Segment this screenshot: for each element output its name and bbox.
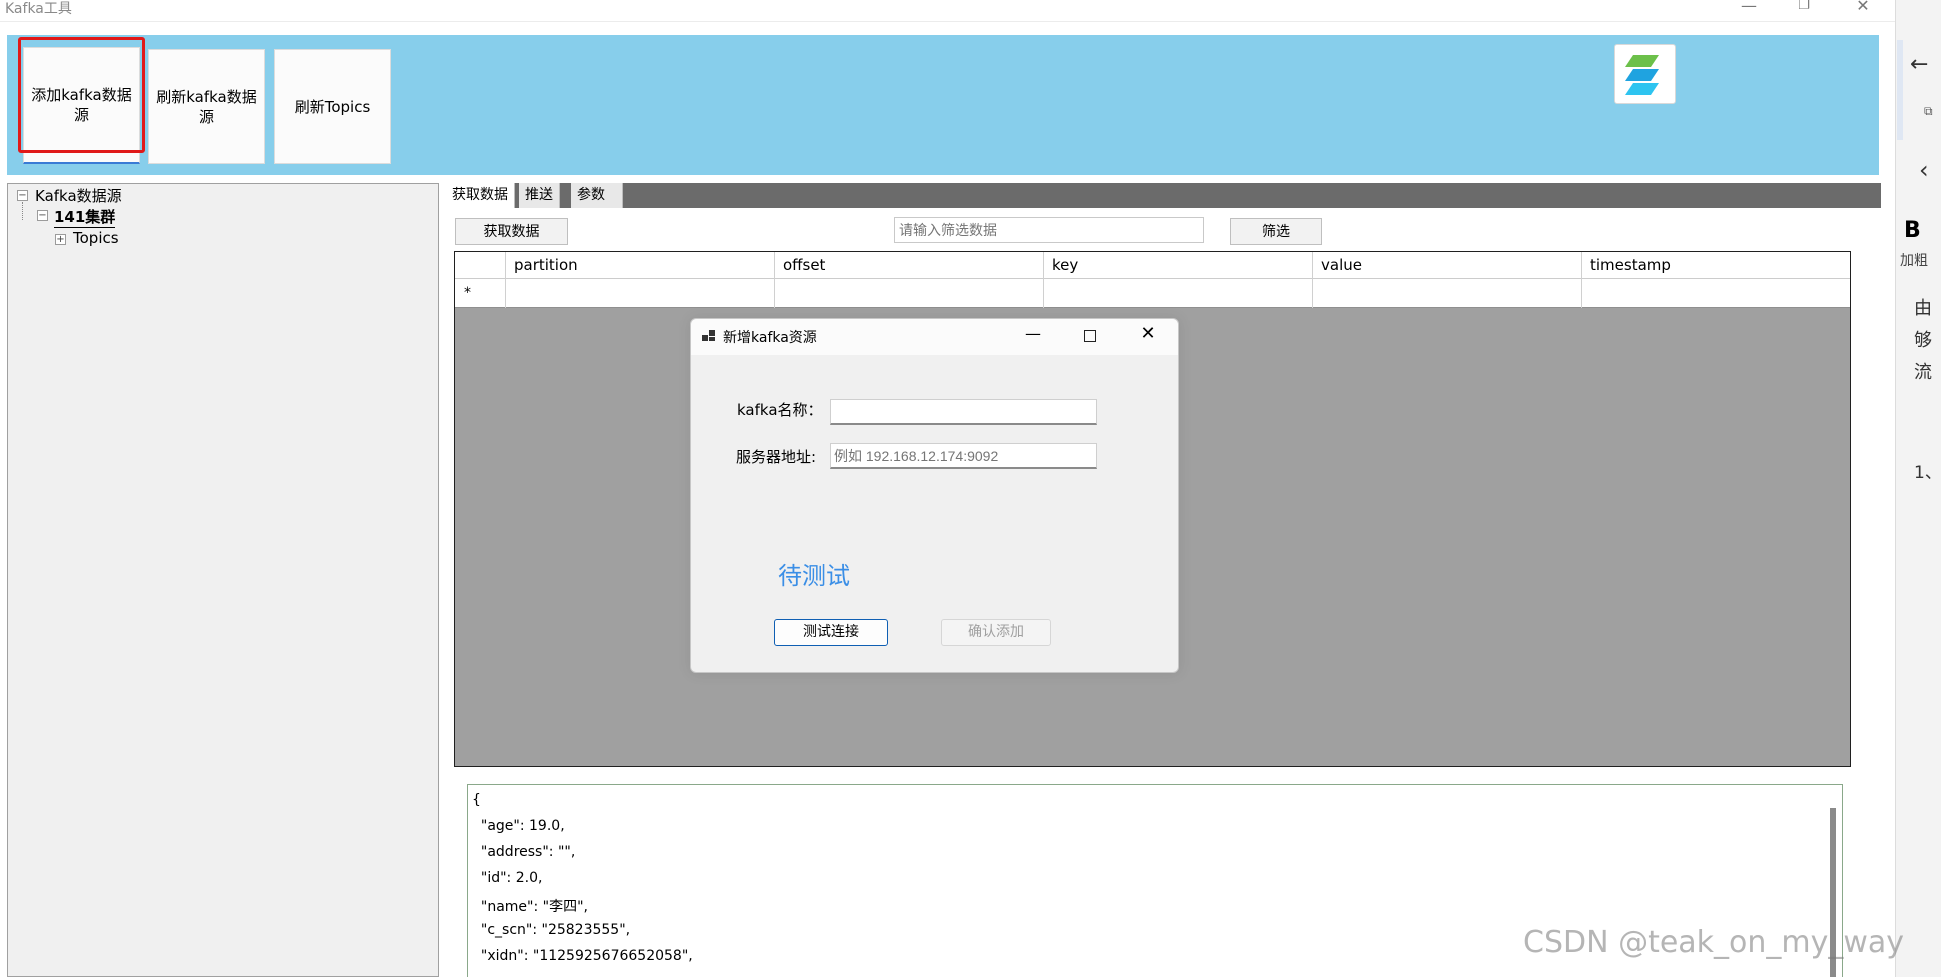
refresh-source-label-1: 刷新kafka数据 [156, 87, 257, 106]
grid-cell[interactable] [505, 279, 774, 308]
grid-cell[interactable] [1043, 279, 1312, 308]
close-button[interactable]: ✕ [1838, 0, 1888, 14]
tree-root[interactable]: Kafka数据源 [35, 185, 122, 206]
side-text: 够 [1914, 330, 1932, 351]
json-line: "c_scn": "25823555", [472, 922, 631, 938]
json-line: "age": 19.0, [472, 818, 565, 834]
minimize-button[interactable]: — [1724, 0, 1774, 14]
collapse-icon[interactable]: − [17, 190, 28, 201]
server-address-input[interactable] [830, 443, 1097, 469]
add-kafka-dialog [690, 318, 1179, 673]
tab-params[interactable]: 参数 [571, 183, 623, 208]
collapse-icon[interactable]: − [37, 210, 48, 221]
watermark: CSDN @teak_on_my_way [1523, 925, 1905, 960]
test-status-text: 待测试 [778, 562, 850, 590]
grid-cell[interactable] [1312, 279, 1581, 308]
column-header-partition[interactable]: partition [505, 252, 774, 279]
dialog-minimize-button[interactable]: — [1023, 324, 1043, 344]
refresh-topics-button[interactable]: 刷新Topics [274, 49, 391, 164]
bold-caption: 加粗 [1900, 253, 1928, 269]
side-panel [1895, 0, 1941, 977]
window-copy-icon[interactable]: ⧉ [1924, 104, 1933, 119]
json-line: "name": "李四", [472, 899, 588, 915]
fetch-data-button[interactable]: 获取数据 [455, 218, 568, 245]
filter-button[interactable]: 筛选 [1230, 218, 1322, 245]
app-logo [1614, 44, 1676, 104]
window-titlebar [0, 0, 1895, 22]
json-line: "xidn": "1125925676652058", [472, 948, 693, 964]
test-connection-button[interactable]: 测试连接 [774, 619, 888, 646]
dialog-close-button[interactable]: ✕ [1138, 323, 1158, 344]
bold-button[interactable]: B [1904, 218, 1921, 243]
side-text: 由 [1914, 298, 1932, 319]
tree-topics[interactable]: Topics [73, 229, 119, 247]
grid-cell[interactable] [1581, 279, 1850, 308]
expand-icon[interactable]: + [55, 234, 66, 245]
refresh-source-label-2: 源 [198, 107, 214, 126]
json-line: { [472, 792, 481, 808]
filter-input[interactable] [894, 217, 1204, 243]
tree-line [22, 202, 23, 220]
window-title: Kafka工具 [5, 1, 72, 17]
dialog-title: 新增kafka资源 [723, 330, 817, 346]
json-line: "id": 2.0, [472, 870, 543, 886]
tree-cluster[interactable]: 141集群 [54, 206, 116, 228]
tree-panel [7, 183, 439, 977]
column-header-offset[interactable]: offset [774, 252, 1043, 279]
dialog-maximize-button[interactable] [1084, 330, 1096, 342]
tab-strip [446, 183, 1881, 208]
refresh-source-button[interactable]: 刷新kafka数据 源 [148, 49, 265, 164]
chevron-left-icon[interactable]: ‹ [1919, 156, 1929, 184]
column-header-value[interactable]: value [1312, 252, 1581, 279]
tab-fetch[interactable]: 获取数据 [446, 183, 515, 208]
logo-icon [1625, 55, 1659, 95]
grid-cell[interactable] [774, 279, 1043, 308]
back-arrow-icon[interactable]: ← [1910, 52, 1928, 77]
json-line: "address": "", [472, 844, 576, 860]
side-accent [1897, 40, 1903, 140]
column-header-key[interactable]: key [1043, 252, 1312, 279]
tab-push[interactable]: 推送 [519, 183, 560, 208]
dialog-app-icon [701, 328, 717, 348]
kafka-name-label: kafka名称： [737, 401, 823, 419]
side-text: 1、 [1914, 463, 1941, 483]
confirm-add-button[interactable]: 确认添加 [941, 619, 1051, 646]
restore-button[interactable]: ❐ [1779, 0, 1829, 12]
server-address-label: 服务器地址: [736, 448, 817, 466]
kafka-name-input[interactable] [830, 399, 1097, 425]
highlight-box [18, 37, 145, 153]
new-row-marker: * [464, 285, 471, 301]
column-header-timestamp[interactable]: timestamp [1581, 252, 1850, 279]
side-text: 流 [1914, 362, 1932, 383]
